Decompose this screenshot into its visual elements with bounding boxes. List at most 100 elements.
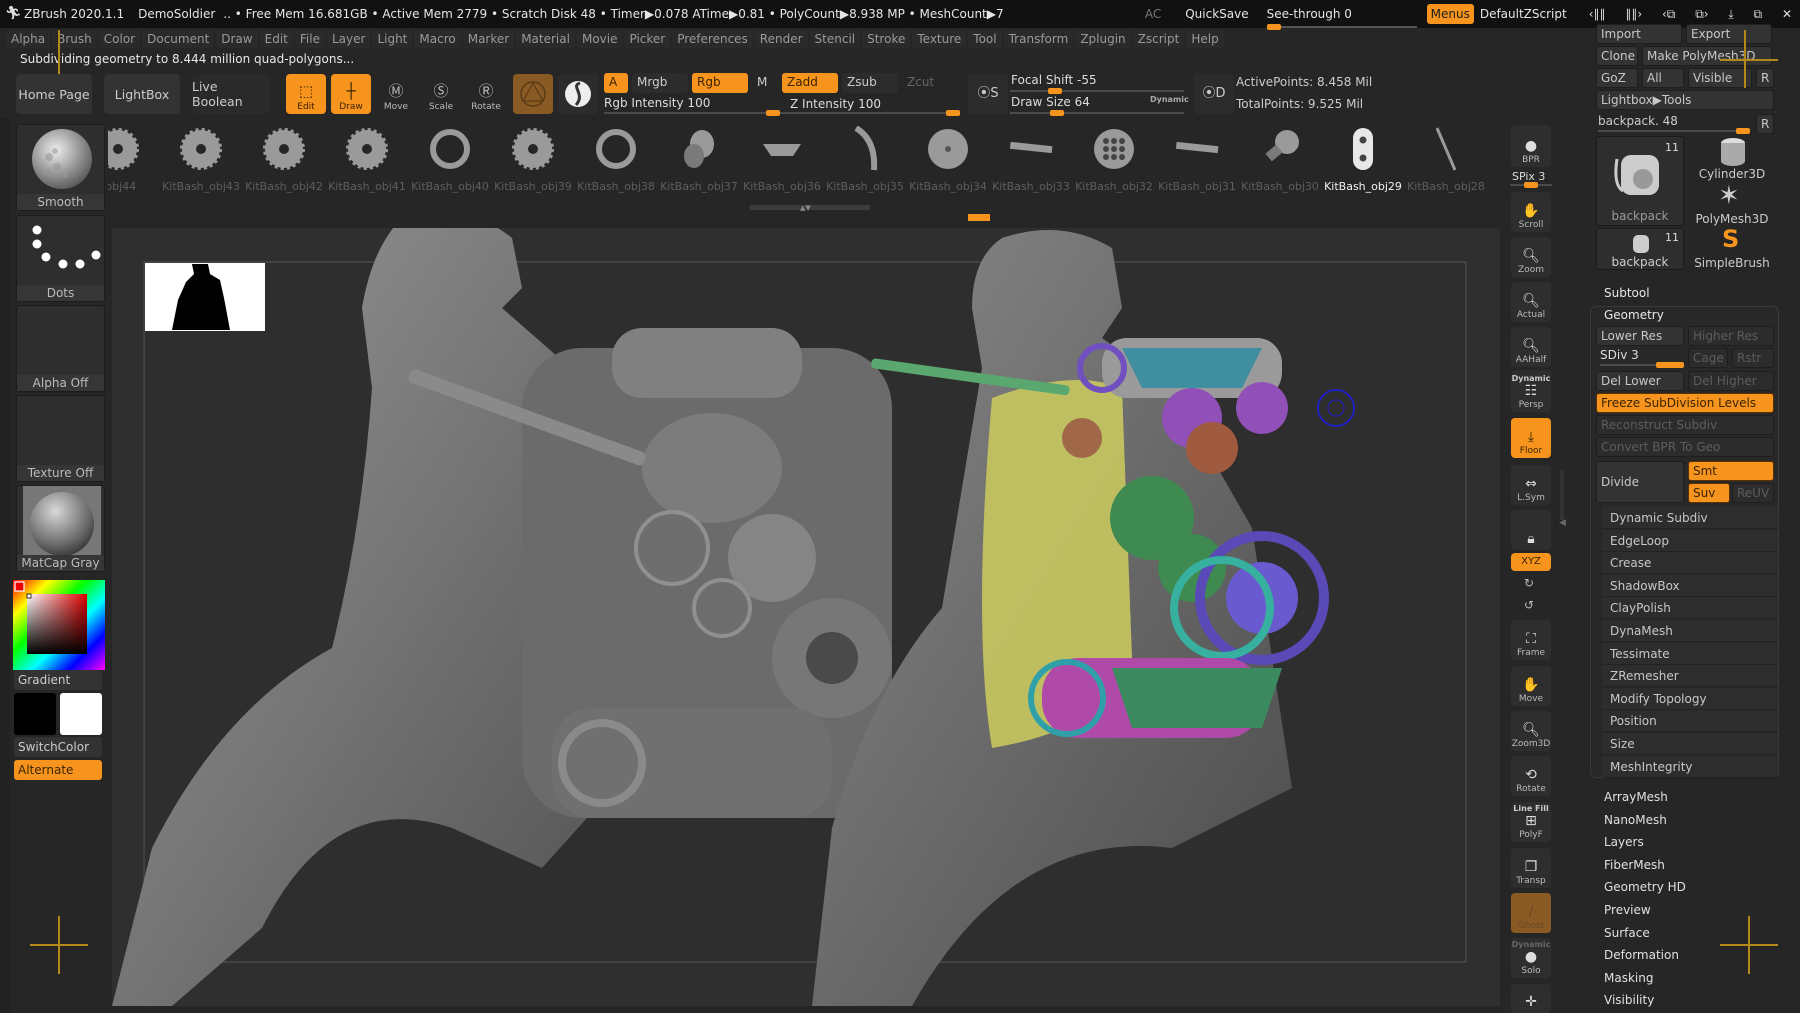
geometry-item-position[interactable]: Position: [1602, 710, 1778, 733]
z-intensity-knob[interactable]: [946, 110, 960, 116]
tool-thumb-polymesh3d[interactable]: ✶ PolyMesh3D: [1688, 182, 1776, 226]
persp-button[interactable]: Dynamic ☷ Persp: [1511, 370, 1551, 412]
restore-icon[interactable]: ⧉: [1754, 7, 1763, 22]
menu-material[interactable]: Material: [516, 30, 575, 48]
lsym-button[interactable]: ⇔ L.Sym: [1511, 465, 1551, 505]
tool-subpalette-nanomesh[interactable]: NanoMesh: [1604, 813, 1667, 827]
live-boolean-button[interactable]: Live Boolean: [192, 74, 270, 114]
focal-shift-knob[interactable]: [1048, 88, 1062, 94]
lightbox-button[interactable]: LightBox: [104, 74, 180, 114]
reconstruct-subdiv-button[interactable]: Reconstruct Subdiv: [1596, 415, 1774, 435]
alpha-picker[interactable]: Alpha Off: [16, 305, 105, 392]
lightbox-tools-button[interactable]: Lightbox▶Tools: [1596, 90, 1774, 110]
draw-button[interactable]: ┼ Draw: [331, 74, 371, 114]
convert-bpr-button[interactable]: Convert BPR To Geo: [1596, 437, 1774, 457]
rotate-3d-button[interactable]: ⟲ Rotate: [1511, 756, 1551, 796]
geometry-item-meshintegrity[interactable]: MeshIntegrity: [1602, 755, 1778, 778]
tool-thumb-simplebrush[interactable]: S SimpleBrush: [1688, 226, 1776, 270]
floor-button[interactable]: ⤓ Floor: [1511, 418, 1551, 458]
kitbash-page-indicator[interactable]: [968, 214, 990, 221]
main-color-swatch[interactable]: [60, 693, 102, 735]
kitbash-item[interactable]: KitBash_obj32: [1074, 118, 1154, 193]
left-tray-edge[interactable]: [0, 118, 10, 1013]
clone-button[interactable]: Clone: [1596, 46, 1638, 66]
polyframe-button[interactable]: Line Fill ⊞ PolyF: [1511, 802, 1551, 842]
sdiv-slider[interactable]: [1600, 362, 1684, 368]
actual-button[interactable]: 🔍︎ Actual: [1511, 282, 1551, 322]
goz-visible-button[interactable]: Visible: [1688, 68, 1752, 88]
kitbash-item[interactable]: _obj44: [108, 118, 158, 193]
import-button[interactable]: Import: [1596, 24, 1682, 44]
rstr-button[interactable]: Rstr: [1732, 348, 1774, 368]
tool-thumb-backpack[interactable]: 11 backpack: [1596, 136, 1684, 226]
cage-button[interactable]: Cage: [1688, 348, 1728, 368]
goz-r-button[interactable]: R: [1756, 68, 1774, 88]
kitbash-item[interactable]: KitBash_obj35: [825, 118, 905, 193]
default-zscript-button[interactable]: DefaultZScript: [1480, 7, 1567, 21]
geometry-item-shadowbox[interactable]: ShadowBox: [1602, 574, 1778, 597]
tool-subpalette-visibility[interactable]: Visibility: [1604, 993, 1654, 1007]
move-button[interactable]: Ⓜ Move: [376, 74, 416, 114]
solo-button[interactable]: Dynamic ● Solo: [1511, 938, 1551, 978]
edit-button[interactable]: ⬚ Edit: [286, 74, 326, 114]
rotate-button[interactable]: Ⓡ Rotate: [466, 74, 506, 114]
divide-button[interactable]: Divide: [1596, 461, 1684, 503]
transp-button[interactable]: ❐ Transp: [1511, 848, 1551, 888]
kitbash-item[interactable]: KitBash_obj36: [742, 118, 822, 193]
menu-zplugin[interactable]: Zplugin: [1075, 30, 1131, 48]
geometry-item-edgeloop[interactable]: EdgeLoop: [1602, 529, 1778, 552]
tool-subpalette-surface[interactable]: Surface: [1604, 926, 1650, 940]
texture-picker[interactable]: Texture Off: [16, 395, 105, 482]
frame-button[interactable]: ⛶ Frame: [1511, 620, 1551, 660]
geometry-item-dynamic-subdiv[interactable]: Dynamic Subdiv: [1602, 507, 1778, 529]
prev-layout-icon[interactable]: ‹⧉: [1662, 7, 1675, 22]
suv-toggle[interactable]: Suv: [1688, 483, 1730, 503]
kitbash-item[interactable]: KitBash_obj42: [244, 118, 324, 193]
kitbash-item[interactable]: KitBash_obj34: [908, 118, 988, 193]
menu-light[interactable]: Light: [372, 30, 413, 48]
menu-stroke[interactable]: Stroke: [862, 30, 911, 48]
geometry-item-tessimate[interactable]: Tessimate: [1602, 642, 1778, 665]
reuv-toggle[interactable]: ReUV: [1732, 483, 1774, 503]
bpr-button[interactable]: ● BPR: [1511, 125, 1551, 167]
menu-tool[interactable]: Tool: [968, 30, 1002, 48]
export-button[interactable]: Export: [1686, 24, 1772, 44]
scale-button[interactable]: Ⓢ Scale: [421, 74, 461, 114]
tool-subpalette-fibermesh[interactable]: FiberMesh: [1604, 858, 1665, 872]
del-higher-button[interactable]: Del Higher: [1688, 371, 1774, 391]
menu-movie[interactable]: Movie: [576, 30, 623, 48]
tool-subpalette-geometry-hd[interactable]: Geometry HD: [1604, 880, 1686, 894]
menus-button[interactable]: Menus: [1426, 4, 1474, 24]
brush-picker[interactable]: Smooth: [16, 124, 105, 211]
tool-thumb-backpack-2[interactable]: 11 backpack: [1596, 228, 1684, 270]
rgb-toggle[interactable]: Rgb: [692, 73, 748, 93]
zadd-toggle[interactable]: Zadd: [782, 73, 838, 93]
kitbash-item[interactable]: KitBash_obj30: [1240, 118, 1320, 193]
kitbash-item[interactable]: KitBash_obj43: [161, 118, 241, 193]
kitbash-item[interactable]: KitBash_obj41: [327, 118, 407, 193]
tool-subpalette-deformation[interactable]: Deformation: [1604, 948, 1679, 962]
menu-picker[interactable]: Picker: [624, 30, 671, 48]
goz-all-button[interactable]: All: [1642, 68, 1684, 88]
zcut-toggle[interactable]: Zcut: [902, 73, 942, 93]
right-scrollbar[interactable]: [1560, 470, 1564, 520]
geometry-item-modify-topology[interactable]: Modify Topology: [1602, 687, 1778, 710]
material-mode-button[interactable]: [513, 74, 553, 114]
menu-marker[interactable]: Marker: [462, 30, 515, 48]
del-lower-button[interactable]: Del Lower: [1596, 371, 1684, 391]
transpose-button[interactable]: ✛: [1511, 984, 1551, 1013]
draw-size-knob[interactable]: [1050, 110, 1064, 116]
menu-stencil[interactable]: Stencil: [809, 30, 861, 48]
geometry-item-zremesher[interactable]: ZRemesher: [1602, 665, 1778, 688]
close-icon[interactable]: ✕: [1782, 7, 1792, 21]
scroll-arrows-icon[interactable]: ▲▼: [800, 204, 811, 212]
menu-alpha[interactable]: Alpha: [6, 30, 51, 48]
menu-zscript[interactable]: Zscript: [1132, 30, 1185, 48]
tool-thumb-cylinder3d[interactable]: Cylinder3D: [1688, 136, 1776, 181]
geometry-header[interactable]: Geometry: [1604, 308, 1664, 322]
draw-size-slider[interactable]: [1010, 110, 1184, 116]
collapse-tray-icon[interactable]: ◀: [1559, 518, 1566, 528]
sculptris-pro-button[interactable]: [558, 74, 598, 114]
menu-document[interactable]: Document: [142, 30, 215, 48]
gradient-toggle[interactable]: Gradient: [14, 670, 102, 690]
